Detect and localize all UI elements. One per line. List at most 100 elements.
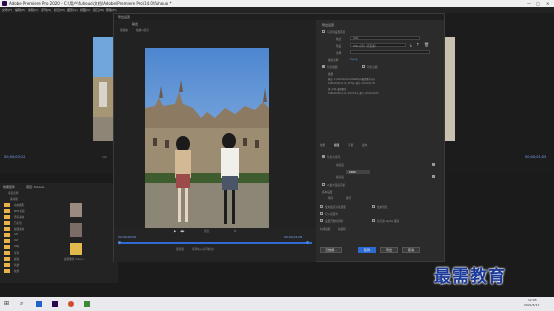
search-icon[interactable]: ⌕ [20, 300, 23, 308]
preset-value: PNG 序列（匹配源） [353, 45, 378, 48]
premiere-taskbar-icon[interactable] [52, 301, 58, 307]
fit-dropdown[interactable]: 适合 [204, 229, 209, 233]
output-name-link[interactable]: 0.png [350, 58, 357, 61]
timeline-range-bar[interactable] [118, 242, 312, 244]
frame-height-label: 帧高度 [336, 176, 344, 179]
metadata-button[interactable]: 元数据... [320, 247, 342, 253]
frame-height-match-checkbox[interactable] [432, 175, 435, 178]
set-start-timecode-checkbox[interactable] [320, 219, 323, 222]
match-sequence-checkbox[interactable] [322, 30, 325, 33]
tab-output[interactable]: 输出 [132, 22, 138, 26]
menu-edit[interactable]: 编辑(E) [15, 8, 25, 12]
use-previews-checkbox[interactable] [372, 205, 375, 208]
minimize-button[interactable]: — [527, 1, 531, 6]
render-max-depth-checkbox[interactable] [322, 183, 325, 186]
tab-effect-controls[interactable]: 效果控件 [3, 185, 15, 189]
clock-date[interactable]: 2021/5/17 [524, 303, 539, 307]
out-timecode[interactable]: 00;00;01;05 [284, 235, 302, 239]
basic-settings-label: 基本设置 [322, 191, 333, 194]
tab-publish[interactable]: 发布 [362, 143, 367, 147]
preset-label: 预设 [336, 45, 342, 48]
export-settings-header: 导出设置 [322, 23, 335, 27]
frame-width-label: 帧宽度 [336, 164, 344, 167]
field-order-dropdown[interactable]: 逐行 [346, 196, 351, 200]
list-item[interactable]: 序列 [14, 251, 19, 255]
frame-value: 1080 [349, 171, 356, 174]
export-button[interactable]: 导出 [380, 247, 398, 253]
crop-icon[interactable]: ✂ [234, 229, 237, 233]
import-into-project-checkbox[interactable] [320, 212, 323, 215]
comment-field[interactable] [350, 50, 430, 54]
menu-file[interactable]: 文件(F) [2, 8, 12, 12]
list-item[interactable]: 视频 [14, 257, 19, 261]
menu-view[interactable]: 视图(V) [80, 8, 90, 12]
source-scaling-dropdown[interactable]: 缩放以适合 [136, 28, 149, 32]
preset-dropdown[interactable]: PNG 序列（匹配源） [350, 43, 406, 48]
close-button[interactable]: ✕ [546, 1, 549, 6]
play-icon[interactable]: ▶ [174, 229, 176, 233]
summary-label: 摘要 [328, 73, 334, 76]
frame-width-match-checkbox[interactable] [432, 163, 435, 166]
list-item[interactable]: MP4音频 [14, 209, 25, 213]
list-item[interactable]: 已标签 [14, 221, 22, 225]
tab-effects[interactable]: 效果 [320, 143, 325, 147]
export-audio-label: 导出音频 [367, 66, 378, 69]
export-as-sequence-checkbox[interactable] [322, 155, 325, 158]
delete-preset-icon[interactable]: 🗑 [424, 42, 429, 47]
tab-video[interactable]: 视频 [334, 143, 339, 147]
cancel-button[interactable]: 取消 [402, 247, 420, 253]
start-icon[interactable]: ⊞ [4, 300, 9, 307]
media-thumbnail[interactable] [70, 223, 82, 237]
in-timecode[interactable]: 00;00;00;00 [118, 235, 136, 239]
folder-icon [4, 215, 10, 219]
max-render-quality-checkbox[interactable] [320, 205, 323, 208]
field-order-label: 场序 [328, 197, 334, 200]
browser-icon[interactable] [68, 301, 74, 307]
list-item[interactable]: ATI [14, 233, 18, 236]
menu-graphics[interactable]: 图形(G) [67, 8, 78, 12]
time-interpolation-dropdown[interactable]: 帧采样 [338, 227, 346, 231]
clock-time[interactable]: 12:05 [528, 298, 537, 302]
app-icon[interactable] [84, 301, 90, 307]
frame-height-field[interactable]: 1080 [346, 170, 370, 174]
source-timecode[interactable]: 00;00;03;12 [4, 155, 25, 159]
list-item[interactable]: 所有素材 [14, 215, 24, 219]
render-alpha-only-checkbox[interactable] [372, 219, 375, 222]
list-item[interactable]: AVI [14, 239, 18, 242]
program-timecode[interactable]: 00;00;01;05 [525, 155, 546, 159]
step-icon[interactable]: ◀▶ [180, 229, 185, 233]
in-point-icon[interactable]: ▼ [118, 240, 121, 245]
menu-window[interactable]: 窗口(W) [93, 8, 104, 12]
menu-clip[interactable]: 剪辑(C) [28, 8, 38, 12]
export-timeline: ▶ ◀▶ 适合 ✂ 00;00;00;00 00;00;01;05 ▼ ▼ 源范… [114, 228, 316, 262]
set-start-timecode-label: 设置开始时间码 [325, 220, 344, 223]
format-dropdown[interactable]: PNG [350, 36, 420, 40]
list-item[interactable]: 项目名称 [8, 191, 18, 195]
folder-icon [4, 245, 10, 249]
menu-marker[interactable]: 标记(M) [54, 8, 65, 12]
menu-sequence[interactable]: 序列(S) [41, 8, 51, 12]
preview-image [145, 48, 269, 234]
tab-captions[interactable]: 字幕 [348, 143, 353, 147]
maximize-button[interactable]: □ [536, 1, 540, 6]
save-preset-icon[interactable]: ⤓ [410, 42, 412, 47]
export-as-sequence-label: 导出为序列 [327, 156, 340, 159]
import-preset-icon[interactable]: ⤒ [417, 42, 419, 47]
tab-project[interactable]: 项目: fuhouo [26, 185, 44, 189]
program-frame [445, 37, 455, 141]
list-item[interactable]: 视频素材 [14, 227, 24, 231]
export-video-checkbox[interactable] [322, 65, 325, 68]
queue-button[interactable]: 队列 [358, 247, 376, 253]
list-item[interactable]: 素材箱 [10, 197, 18, 201]
media-thumbnail[interactable] [70, 243, 82, 255]
list-item[interactable]: 效果 [14, 269, 19, 273]
list-item[interactable]: RWJ [14, 245, 19, 248]
media-thumbnail[interactable] [70, 203, 82, 217]
list-item[interactable]: 动态图形 [14, 203, 24, 207]
export-audio-checkbox[interactable] [362, 65, 365, 68]
menu-help[interactable]: 帮助(H) [106, 8, 117, 12]
source-range-dropdown[interactable]: 序列切入/序列切出 [192, 247, 214, 251]
out-point-icon[interactable]: ▼ [306, 240, 309, 245]
file-explorer-icon[interactable] [36, 301, 42, 307]
list-item[interactable]: 新建 [14, 263, 19, 267]
